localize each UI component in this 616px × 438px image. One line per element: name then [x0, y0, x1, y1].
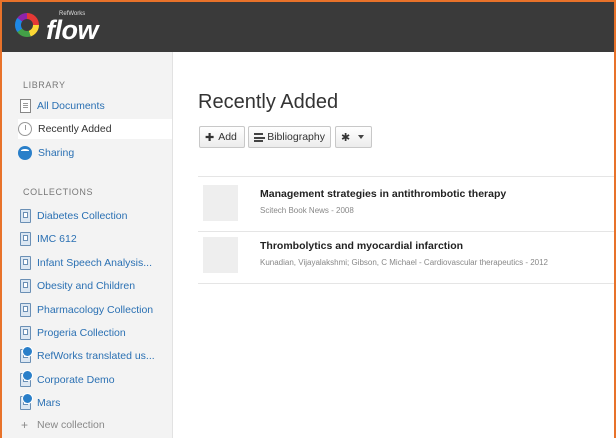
collection-icon — [20, 232, 31, 246]
shared-collection-icon — [20, 393, 33, 410]
document-row[interactable]: Thrombolytics and myocardial infarction … — [198, 237, 614, 285]
sidebar-collection-item[interactable]: IMC 612 — [18, 229, 172, 249]
collections-section-title: COLLECTIONS — [23, 187, 94, 197]
sidebar-collection-item[interactable]: Diabetes Collection — [18, 206, 172, 226]
sidebar-item-label: Recently Added — [38, 123, 112, 135]
chevron-down-icon — [358, 135, 365, 139]
collection-label: Corporate Demo — [37, 374, 115, 386]
collection-label: Infant Speech Analysis... — [37, 257, 152, 269]
top-bar: RefWorks flow — [2, 2, 614, 52]
collection-label: IMC 612 — [37, 233, 77, 245]
add-button-label: Add — [218, 131, 237, 143]
document-title[interactable]: Thrombolytics and myocardial infarction — [260, 240, 463, 252]
sidebar-collection-item[interactable]: Obesity and Children — [18, 276, 172, 296]
document-icon — [20, 99, 31, 113]
list-divider — [198, 176, 614, 177]
bibliography-button-label: Bibliography — [267, 131, 325, 143]
collection-label: Pharmacology Collection — [37, 304, 154, 316]
sidebar-item-recently-added[interactable]: Recently Added — [18, 119, 172, 139]
collection-label: Diabetes Collection — [37, 210, 128, 222]
page-title: Recently Added — [198, 91, 339, 113]
library-section-title: LIBRARY — [23, 80, 66, 90]
sidebar-collection-item[interactable]: Corporate Demo — [18, 370, 172, 390]
settings-dropdown-button[interactable]: ✱ — [335, 126, 372, 148]
share-icon — [18, 146, 32, 160]
document-thumbnail[interactable] — [203, 237, 238, 273]
add-button[interactable]: ✚ Add — [199, 126, 245, 148]
document-title[interactable]: Management strategies in antithrombotic … — [260, 188, 506, 200]
app-window: RefWorks flow LIBRARY All Documents Rece… — [2, 2, 614, 438]
sidebar-item-label: Sharing — [38, 147, 75, 159]
collection-icon — [20, 326, 31, 340]
list-divider — [198, 231, 614, 232]
sidebar-collection-item[interactable]: Infant Speech Analysis... — [18, 253, 172, 273]
shared-collection-icon — [20, 346, 33, 363]
document-meta: Scitech Book News - 2008 — [260, 206, 354, 215]
list-icon — [254, 132, 266, 142]
collection-label: RefWorks translated us... — [37, 350, 155, 362]
sidebar-item-label: All Documents — [37, 100, 105, 112]
sidebar-collection-item[interactable]: Mars — [18, 393, 172, 413]
clock-icon — [18, 122, 32, 136]
sidebar-item-all-documents[interactable]: All Documents — [18, 96, 172, 116]
collection-label: Progeria Collection — [37, 327, 126, 339]
collection-label: Mars — [37, 397, 61, 409]
plus-icon: + — [21, 418, 29, 432]
bibliography-button[interactable]: Bibliography — [248, 126, 331, 148]
sidebar-collection-item[interactable]: Progeria Collection — [18, 323, 172, 343]
plus-icon: ✚ — [205, 131, 215, 144]
collection-icon — [20, 256, 31, 270]
new-collection-button[interactable]: + New collection — [18, 415, 172, 435]
document-row[interactable]: Management strategies in antithrombotic … — [198, 185, 614, 233]
refworks-logo-icon[interactable] — [15, 13, 39, 37]
gear-icon: ✱ — [341, 131, 351, 144]
collection-icon — [20, 279, 31, 293]
logo-flow-text[interactable]: flow — [46, 16, 99, 44]
list-divider — [198, 283, 614, 284]
shared-collection-icon — [20, 370, 33, 387]
sidebar-item-sharing[interactable]: Sharing — [18, 143, 172, 163]
collection-label: Obesity and Children — [37, 280, 136, 292]
new-collection-label: New collection — [37, 419, 105, 431]
collection-icon — [20, 303, 31, 317]
document-meta: Kunadian, Vijayalakshmi; Gibson, C Micha… — [260, 258, 548, 267]
document-thumbnail[interactable] — [203, 185, 238, 221]
collection-icon — [20, 209, 31, 223]
sidebar-collection-item[interactable]: RefWorks translated us... — [18, 346, 172, 366]
sidebar-collection-item[interactable]: Pharmacology Collection — [18, 300, 172, 320]
sidebar: LIBRARY All Documents Recently Added Sha… — [2, 52, 173, 438]
